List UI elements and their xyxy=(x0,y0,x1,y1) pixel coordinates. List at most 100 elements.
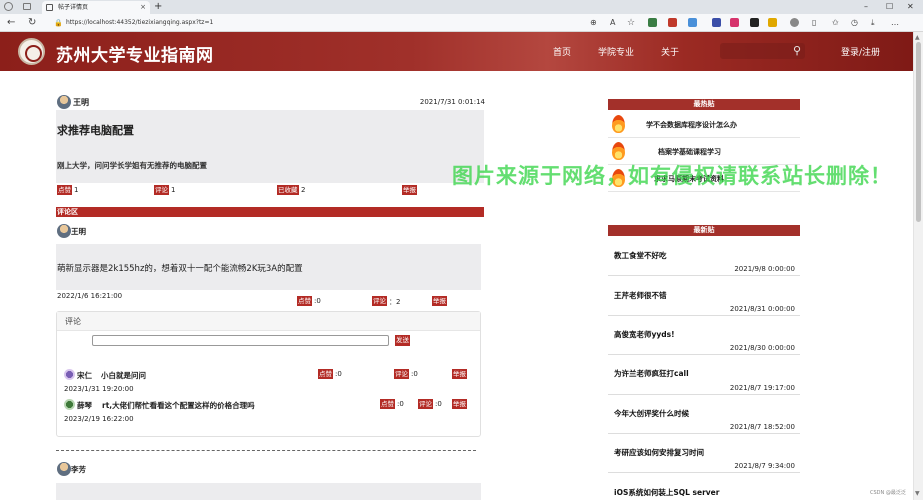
reply-content xyxy=(56,483,481,500)
browser-tab-strip: 帖子详情页 × + – ☐ ✕ xyxy=(0,0,923,14)
read-aloud-icon[interactable]: A xyxy=(610,16,615,30)
hot-post-title[interactable]: 学不会数据库程序设计怎么办 xyxy=(646,120,737,130)
reply-author[interactable]: 王明 xyxy=(71,226,86,237)
hot-posts-header: 最热贴 xyxy=(608,99,800,110)
workspaces-icon[interactable] xyxy=(23,3,31,10)
fire-icon xyxy=(612,115,625,133)
comment-author[interactable]: 薛琴 xyxy=(77,400,92,411)
avatar[interactable] xyxy=(57,462,71,476)
lock-icon: 🔒 xyxy=(54,19,63,27)
history-icon[interactable]: ◷ xyxy=(851,16,858,30)
extension-icon[interactable] xyxy=(768,18,777,27)
favorite-count: 2 xyxy=(301,186,306,194)
extension-icon[interactable] xyxy=(688,18,697,27)
page-scrollbar[interactable]: ▲ ▼ xyxy=(913,32,923,500)
minimize-button[interactable]: – xyxy=(864,0,868,14)
comment-text: 小白就是问问 xyxy=(101,371,146,380)
new-post-title[interactable]: 高俊宽老师yyds! xyxy=(614,329,675,340)
new-posts-header: 最新贴 xyxy=(608,225,800,236)
site-title[interactable]: 苏州大学专业指南网 xyxy=(56,41,214,66)
like-button[interactable]: 点赞 xyxy=(297,296,312,306)
watermark-text: 图片来源于网络，如有侵权请联系站长删除！ xyxy=(452,164,892,188)
new-post-title[interactable]: iOS系统如何装上SQL server xyxy=(614,487,719,498)
scroll-down-icon[interactable]: ▼ xyxy=(915,490,920,497)
extension-icon[interactable] xyxy=(668,18,677,27)
avatar[interactable] xyxy=(64,399,75,410)
extension-icon[interactable] xyxy=(730,18,739,27)
new-post-date: 2021/9/8 0:00:00 xyxy=(734,265,795,273)
new-post-title[interactable]: 王芹老师很不错 xyxy=(614,290,667,301)
avatar[interactable] xyxy=(57,224,71,238)
like-button[interactable]: 点赞 xyxy=(318,369,333,379)
comment-input[interactable] xyxy=(92,335,389,346)
report-button[interactable]: 举报 xyxy=(452,369,467,379)
divider xyxy=(608,315,800,316)
divider xyxy=(56,450,476,451)
extension-icon[interactable] xyxy=(790,18,799,27)
comment-count: 1 xyxy=(171,186,176,194)
new-post-title[interactable]: 今年大创评奖什么时候 xyxy=(614,408,689,419)
comment-button[interactable]: 评论 xyxy=(418,399,433,409)
new-post-date: 2021/8/30 0:00:00 xyxy=(729,344,795,352)
like-button[interactable]: 点赞 xyxy=(57,185,72,195)
comment-button[interactable]: 评论 xyxy=(372,296,387,306)
reply-author[interactable]: 李芳 xyxy=(71,464,86,475)
new-post-date: 2021/8/7 18:52:00 xyxy=(729,423,795,431)
refresh-icon[interactable]: ↻ xyxy=(28,16,36,30)
new-tab-button[interactable]: + xyxy=(154,0,162,14)
extension-icon[interactable] xyxy=(648,18,657,27)
comment-section-header: 评论区 xyxy=(56,207,484,217)
csdn-mark: CSDN @最泛泛 xyxy=(870,490,906,496)
report-button[interactable]: 举报 xyxy=(452,399,467,409)
post-author[interactable]: 王明 xyxy=(73,97,89,108)
favorite-button[interactable]: 已收藏 xyxy=(277,185,299,195)
comment-button[interactable]: 评论 xyxy=(394,369,409,379)
university-logo[interactable] xyxy=(18,38,45,65)
back-icon[interactable]: ← xyxy=(7,16,15,30)
comment-button[interactable]: 评论 xyxy=(154,185,169,195)
settings-menu-icon[interactable]: … xyxy=(891,16,899,30)
split-screen-icon[interactable]: ▯ xyxy=(812,16,816,30)
scroll-up-icon[interactable]: ▲ xyxy=(915,34,920,41)
report-button[interactable]: 举报 xyxy=(402,185,417,195)
site-header: 苏州大学专业指南网 首页 学院专业 关于 ⚲ 登录/注册 xyxy=(0,32,913,71)
maximize-button[interactable]: ☐ xyxy=(886,0,893,14)
url-bar[interactable]: 🔒 https://localhost:44352/tiezixiangqing… xyxy=(50,16,610,30)
comment-author[interactable]: 宋仁 xyxy=(77,370,92,381)
nav-about[interactable]: 关于 xyxy=(661,45,679,58)
downloads-icon[interactable]: ⤓ xyxy=(871,16,875,30)
hot-post-item[interactable]: 学不会数据库程序设计怎么办 xyxy=(608,111,800,138)
close-tab-icon[interactable]: × xyxy=(140,1,146,14)
send-button[interactable]: 发送 xyxy=(395,335,410,346)
avatar[interactable] xyxy=(64,369,75,380)
like-button[interactable]: 点赞 xyxy=(380,399,395,409)
post-time: 2021/7/31 0:01:14 xyxy=(419,98,485,106)
extension-icon[interactable] xyxy=(750,18,759,27)
fire-icon xyxy=(612,142,625,160)
hot-post-title[interactable]: 档案学基础课程学习 xyxy=(658,147,721,157)
search-input[interactable]: ⚲ xyxy=(720,43,805,59)
favorite-star-icon[interactable]: ☆ xyxy=(627,16,635,30)
favorites-icon[interactable]: ✩ xyxy=(832,16,839,30)
avatar[interactable] xyxy=(57,95,71,109)
new-post-title[interactable]: 教工食堂不好吃 xyxy=(614,250,667,261)
extension-icon[interactable] xyxy=(712,18,721,27)
search-icon[interactable]: ⚲ xyxy=(793,43,801,59)
nav-home[interactable]: 首页 xyxy=(553,45,571,58)
like-count: :0 xyxy=(335,370,342,378)
login-link[interactable]: 登录/注册 xyxy=(841,45,880,58)
post-title: 求推荐电脑配置 xyxy=(57,124,134,137)
new-post-title[interactable]: 考研应该如何安排复习时间 xyxy=(614,447,704,458)
tab-post-detail[interactable]: 帖子详情页 × xyxy=(42,1,150,14)
new-post-title[interactable]: 为许兰老师疯狂打call xyxy=(614,368,689,379)
divider xyxy=(608,275,800,276)
zoom-icon[interactable]: ⊕ xyxy=(590,16,597,30)
comment-count: :0 xyxy=(411,370,418,378)
tab-title: 帖子详情页 xyxy=(58,4,89,11)
close-window-button[interactable]: ✕ xyxy=(907,0,914,14)
scrollbar-thumb[interactable] xyxy=(916,42,921,222)
comment-panel-title: 评论 xyxy=(57,312,480,331)
report-button[interactable]: 举报 xyxy=(432,296,447,306)
nav-colleges[interactable]: 学院专业 xyxy=(598,45,634,58)
browser-menu-icon[interactable] xyxy=(4,2,13,11)
